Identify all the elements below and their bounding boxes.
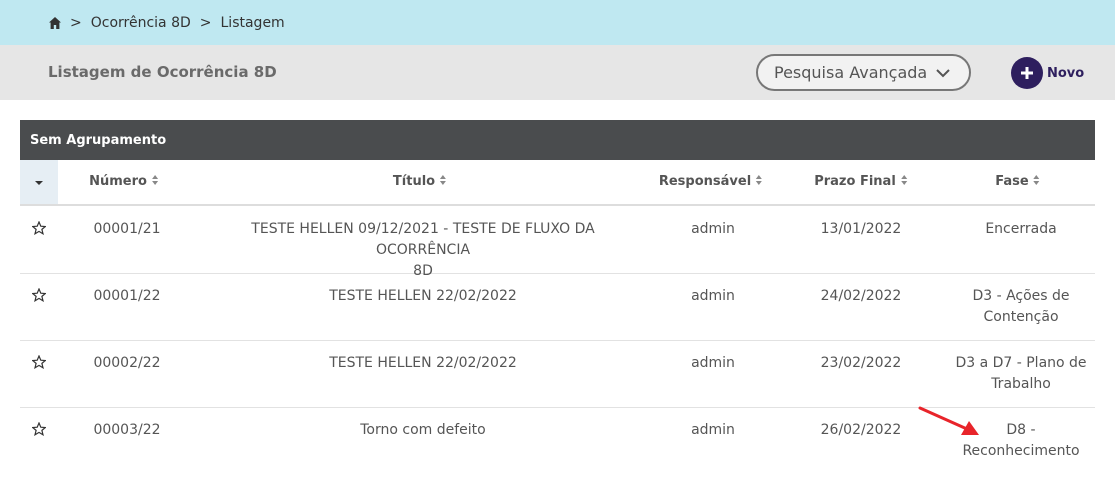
advanced-search-dropdown[interactable]: Pesquisa Avançada bbox=[756, 54, 971, 91]
table-row[interactable]: 00002/22 TESTE HELLEN 22/02/2022 admin 2… bbox=[20, 341, 1095, 408]
cell-titulo: TESTE HELLEN 22/02/2022 bbox=[203, 353, 643, 374]
breadcrumb-item-ocorrencia[interactable]: Ocorrência 8D bbox=[91, 15, 191, 31]
column-header-prazo[interactable]: Prazo Final bbox=[814, 174, 908, 189]
column-label: Fase bbox=[995, 174, 1029, 189]
group-header: Sem Agrupamento bbox=[20, 120, 1095, 160]
breadcrumb-separator: > bbox=[70, 14, 82, 31]
cell-titulo-line1: TESTE HELLEN 09/12/2021 - TESTE DE FLUXO… bbox=[251, 221, 595, 258]
annotation-arrow-icon bbox=[918, 406, 979, 435]
breadcrumb-separator: > bbox=[199, 14, 212, 31]
new-button[interactable]: Novo bbox=[1011, 57, 1084, 89]
cell-responsavel: admin bbox=[691, 422, 735, 438]
cell-numero: 00002/22 bbox=[93, 355, 161, 371]
sort-icon bbox=[900, 175, 907, 185]
cell-titulo: Torno com defeito bbox=[203, 420, 643, 441]
cell-titulo: TESTE HELLEN 09/12/2021 - TESTE DE FLUXO… bbox=[203, 219, 643, 282]
table-row[interactable]: 00001/21 TESTE HELLEN 09/12/2021 - TESTE… bbox=[20, 207, 1096, 279]
sort-icon bbox=[151, 175, 158, 185]
row-expand-toggle[interactable] bbox=[20, 160, 58, 204]
caret-down-icon bbox=[35, 181, 43, 185]
plus-icon bbox=[1011, 57, 1043, 89]
sort-icon bbox=[440, 175, 447, 185]
cell-responsavel: admin bbox=[691, 221, 735, 237]
cell-titulo-line1: TESTE HELLEN 22/02/2022 bbox=[329, 355, 517, 371]
cell-fase-line2: Reconhecimento bbox=[962, 443, 1080, 459]
star-icon[interactable] bbox=[32, 288, 46, 302]
sort-icon bbox=[756, 175, 763, 185]
cell-numero: 00003/22 bbox=[93, 422, 161, 438]
column-label: Prazo Final bbox=[814, 174, 896, 189]
cell-titulo: TESTE HELLEN 22/02/2022 bbox=[203, 286, 643, 307]
advanced-search-label: Pesquisa Avançada bbox=[774, 63, 928, 82]
table-row[interactable]: 00001/22 TESTE HELLEN 22/02/2022 admin 2… bbox=[20, 274, 1095, 341]
group-label: Sem Agrupamento bbox=[30, 132, 167, 148]
cell-prazo: 26/02/2022 bbox=[820, 422, 902, 438]
cell-fase-line1: D3 a D7 - Plano de bbox=[955, 355, 1087, 371]
breadcrumb: > Ocorrência 8D > Listagem bbox=[0, 0, 1115, 45]
column-header-fase[interactable]: Fase bbox=[995, 174, 1040, 189]
column-label: Título bbox=[392, 174, 436, 189]
new-button-label: Novo bbox=[1047, 65, 1085, 81]
cell-titulo-line1: Torno com defeito bbox=[360, 422, 486, 438]
cell-fase: D3 - Ações de Contenção bbox=[946, 286, 1096, 328]
sort-icon bbox=[1033, 175, 1040, 185]
cell-prazo: 24/02/2022 bbox=[820, 288, 902, 304]
table-header-row: Número Título Responsável Prazo Final Fa… bbox=[20, 160, 1095, 206]
cell-numero: 00001/22 bbox=[93, 288, 161, 304]
cell-prazo: 23/02/2022 bbox=[820, 355, 902, 371]
column-label: Responsável bbox=[658, 174, 752, 189]
cell-fase: Encerrada bbox=[946, 219, 1096, 240]
cell-responsavel: admin bbox=[691, 288, 735, 304]
cell-fase: D3 a D7 - Plano de Trabalho bbox=[946, 353, 1096, 395]
column-header-numero[interactable]: Número bbox=[89, 174, 159, 189]
cell-fase-line2: Trabalho bbox=[991, 376, 1051, 392]
cell-prazo: 13/01/2022 bbox=[820, 221, 902, 237]
cell-numero: 00001/21 bbox=[93, 221, 161, 237]
column-header-responsavel[interactable]: Responsável bbox=[659, 174, 763, 189]
page-header: Listagem de Ocorrência 8D Pesquisa Avanç… bbox=[0, 45, 1115, 100]
cell-fase-line1: D3 - Ações de bbox=[972, 288, 1070, 304]
star-icon[interactable] bbox=[32, 355, 46, 369]
cell-responsavel: admin bbox=[691, 355, 735, 371]
cell-fase-line1: Encerrada bbox=[985, 221, 1057, 237]
cell-titulo-line1: TESTE HELLEN 22/02/2022 bbox=[329, 288, 517, 304]
breadcrumb-item-listagem: Listagem bbox=[220, 14, 285, 31]
column-label: Número bbox=[89, 174, 147, 189]
chevron-down-icon bbox=[936, 69, 950, 78]
column-header-titulo[interactable]: Título bbox=[393, 174, 447, 189]
cell-fase-line2: Contenção bbox=[983, 309, 1059, 325]
star-icon[interactable] bbox=[32, 422, 46, 436]
star-icon[interactable] bbox=[32, 221, 46, 235]
page-title: Listagem de Ocorrência 8D bbox=[48, 63, 277, 81]
home-icon[interactable] bbox=[48, 16, 62, 30]
